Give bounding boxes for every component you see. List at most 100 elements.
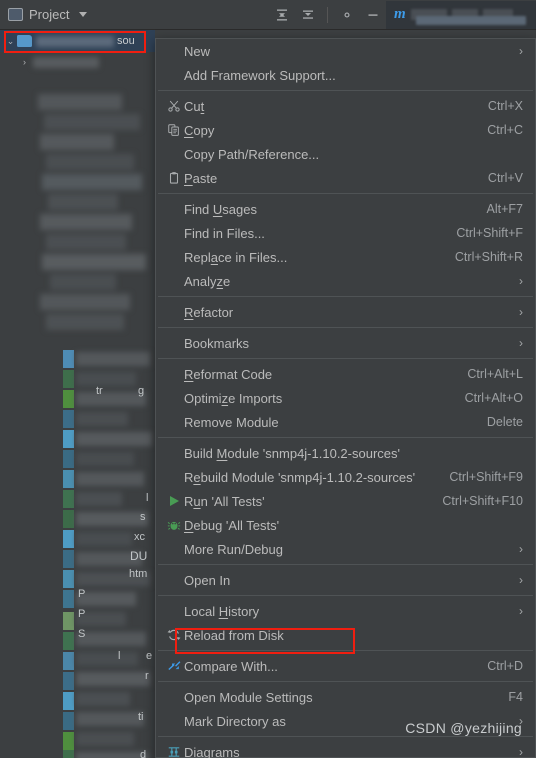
menu-item-diagrams[interactable]: Diagrams › xyxy=(156,740,535,758)
menu-separator xyxy=(158,564,533,565)
project-tree[interactable]: ⌄ sou › tr g l s xc DU htm P P S l e r t… xyxy=(0,30,155,758)
menu-item-label: Bookmarks xyxy=(184,335,250,351)
menu-separator xyxy=(158,437,533,438)
diagrams-icon xyxy=(164,745,184,758)
run-icon xyxy=(164,496,184,506)
censored-tree-region xyxy=(30,90,155,340)
copy-icon xyxy=(164,123,184,137)
menu-item-replace-in-files[interactable]: Replace in Files... Ctrl+Shift+R xyxy=(156,245,535,269)
menu-separator xyxy=(158,296,533,297)
submenu-chevron-icon: › xyxy=(519,274,523,288)
tree-text-fragment: htm xyxy=(129,568,148,580)
minimize-icon[interactable] xyxy=(362,4,384,26)
menu-item-label: Diagrams xyxy=(184,744,240,758)
menu-item-open-in[interactable]: Open In › xyxy=(156,568,535,592)
expand-all-icon[interactable] xyxy=(297,4,319,26)
csdn-watermark: CSDN @yezhijing xyxy=(405,720,522,736)
submenu-chevron-icon: › xyxy=(519,745,523,758)
menu-item-find-usages[interactable]: Find Usages Alt+F7 xyxy=(156,197,535,221)
menu-item-label: Add Framework Support... xyxy=(184,67,336,83)
menu-item-optimize-imports[interactable]: Optimize Imports Ctrl+Alt+O xyxy=(156,386,535,410)
menu-item-add-framework-support[interactable]: Add Framework Support... xyxy=(156,63,535,87)
menu-item-label: Open In xyxy=(184,572,231,588)
menu-separator xyxy=(158,193,533,194)
menu-item-new[interactable]: New › xyxy=(156,39,535,63)
menu-item-label: Refactor xyxy=(184,304,234,320)
menu-item-reload-from-disk[interactable]: Reload from Disk xyxy=(156,623,535,647)
menu-item-shortcut: Ctrl+D xyxy=(487,659,523,673)
menu-item-label: New xyxy=(184,43,211,59)
censored-text xyxy=(36,35,114,47)
submenu-chevron-icon: › xyxy=(519,604,523,618)
tree-text-fragment: s xyxy=(140,511,146,523)
menu-item-shortcut: F4 xyxy=(508,690,523,704)
censored-text xyxy=(416,15,526,25)
menu-item-label: Reformat Code xyxy=(184,366,273,382)
menu-item-rebuild-module-snmp4j-1-10-2-sources[interactable]: Rebuild Module 'snmp4j-1.10.2-sources' Ct… xyxy=(156,465,535,489)
chevron-right-icon[interactable]: › xyxy=(18,57,31,67)
tree-text-fragment: tr xyxy=(96,385,103,397)
menu-item-label: Build Module 'snmp4j-1.10.2-sources' xyxy=(184,445,400,461)
maven-m-icon: m xyxy=(394,6,406,22)
menu-item-shortcut: Delete xyxy=(486,415,523,429)
menu-item-label: Find Usages xyxy=(184,201,257,217)
scissors-icon xyxy=(164,99,184,113)
menu-item-label: Copy Path/Reference... xyxy=(184,146,320,162)
submenu-chevron-icon: › xyxy=(519,573,523,587)
menu-item-compare-with[interactable]: Compare With... Ctrl+D xyxy=(156,654,535,678)
menu-item-run-all-tests[interactable]: Run 'All Tests' Ctrl+Shift+F10 xyxy=(156,489,535,513)
menu-item-analyze[interactable]: Analyze › xyxy=(156,269,535,293)
file-icons-column xyxy=(63,350,74,758)
menu-item-remove-module[interactable]: Remove Module Delete xyxy=(156,410,535,434)
menu-item-label: Cut xyxy=(184,98,205,114)
submenu-chevron-icon: › xyxy=(519,542,523,556)
menu-item-copy[interactable]: Copy Ctrl+C xyxy=(156,118,535,142)
tree-text-fragment: xc xyxy=(134,531,145,543)
maven-tool-tab[interactable]: m xyxy=(386,0,536,29)
menu-item-cut[interactable]: Cut Ctrl+X xyxy=(156,94,535,118)
menu-item-label: Open Module Settings xyxy=(184,689,313,705)
menu-item-find-in-files[interactable]: Find in Files... Ctrl+Shift+F xyxy=(156,221,535,245)
menu-item-debug-all-tests[interactable]: Debug 'All Tests' xyxy=(156,513,535,537)
menu-item-reformat-code[interactable]: Reformat Code Ctrl+Alt+L xyxy=(156,362,535,386)
menu-item-label: Copy xyxy=(184,122,215,138)
menu-item-local-history[interactable]: Local History › xyxy=(156,599,535,623)
menu-item-shortcut: Ctrl+Shift+F xyxy=(456,226,523,240)
menu-item-copy-path-reference[interactable]: Copy Path/Reference... xyxy=(156,142,535,166)
chevron-expanded-icon[interactable]: ⌄ xyxy=(4,36,17,47)
menu-item-label: Find in Files... xyxy=(184,225,265,241)
menu-item-shortcut: Ctrl+C xyxy=(487,123,523,137)
menu-item-label: Compare With... xyxy=(184,658,278,674)
menu-separator xyxy=(158,736,533,737)
tree-text-fragment: g xyxy=(138,385,145,397)
submenu-chevron-icon: › xyxy=(519,305,523,319)
chevron-down-icon[interactable] xyxy=(79,12,88,17)
tree-text-fragment: ti xyxy=(138,711,144,723)
tree-row-label: sou xyxy=(117,35,135,47)
tree-text-fragment: P xyxy=(78,588,86,600)
menu-separator xyxy=(158,681,533,682)
menu-item-label: Mark Directory as xyxy=(184,713,286,729)
menu-item-more-run-debug[interactable]: More Run/Debug › xyxy=(156,537,535,561)
menu-item-build-module-snmp4j-1-10-2-sources[interactable]: Build Module 'snmp4j-1.10.2-sources' xyxy=(156,441,535,465)
menu-separator xyxy=(158,650,533,651)
menu-item-label: More Run/Debug xyxy=(184,541,283,557)
project-view-selector[interactable]: Project xyxy=(0,7,88,22)
menu-separator xyxy=(158,358,533,359)
gear-icon[interactable] xyxy=(336,4,358,26)
tree-row-selected[interactable]: ⌄ sou xyxy=(0,30,155,52)
menu-item-shortcut: Ctrl+V xyxy=(487,171,523,185)
collapse-all-icon[interactable] xyxy=(271,4,293,26)
menu-item-shortcut: Ctrl+Alt+L xyxy=(467,367,523,381)
menu-item-open-module-settings[interactable]: Open Module Settings F4 xyxy=(156,685,535,709)
project-label: Project xyxy=(29,7,70,22)
module-context-menu[interactable]: New › Add Framework Support... Cut Ctrl+X Cop… xyxy=(155,38,536,758)
menu-item-shortcut: Ctrl+Shift+F9 xyxy=(449,470,523,484)
menu-item-refactor[interactable]: Refactor › xyxy=(156,300,535,324)
menu-item-paste[interactable]: Paste Ctrl+V xyxy=(156,166,535,190)
project-panel-icon xyxy=(8,8,23,21)
tree-row[interactable]: › xyxy=(0,52,155,72)
menu-item-label: Paste xyxy=(184,170,218,186)
menu-separator xyxy=(158,327,533,328)
menu-item-bookmarks[interactable]: Bookmarks › xyxy=(156,331,535,355)
